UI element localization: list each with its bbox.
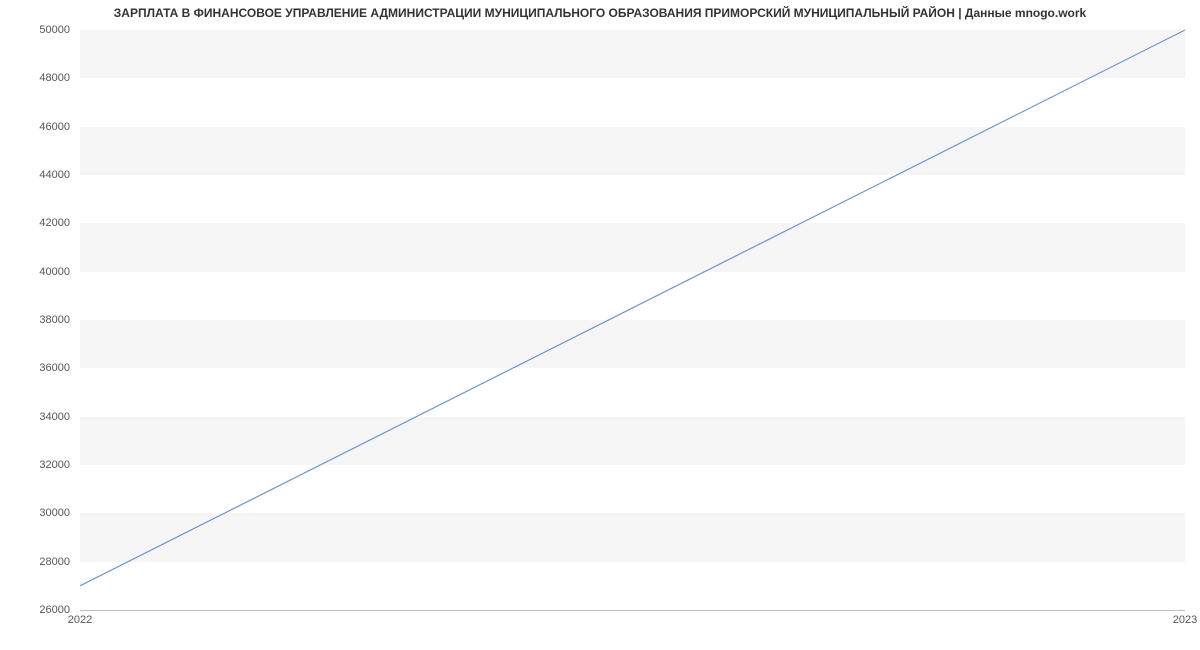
salary-line-chart: ЗАРПЛАТА В ФИНАНСОВОЕ УПРАВЛЕНИЕ АДМИНИС… (0, 0, 1200, 650)
y-tick-label: 26000 (10, 604, 70, 616)
y-tick-label: 36000 (10, 362, 70, 374)
y-tick-label: 44000 (10, 169, 70, 181)
y-tick-label: 40000 (10, 266, 70, 278)
y-tick-label: 32000 (10, 459, 70, 471)
chart-title: ЗАРПЛАТА В ФИНАНСОВОЕ УПРАВЛЕНИЕ АДМИНИС… (0, 6, 1200, 20)
y-tick-label: 34000 (10, 411, 70, 423)
line-layer (80, 30, 1185, 610)
y-tick-label: 46000 (10, 121, 70, 133)
x-tick-label: 2022 (68, 614, 92, 626)
y-tick-label: 38000 (10, 314, 70, 326)
y-tick-label: 48000 (10, 72, 70, 84)
y-tick-label: 50000 (10, 24, 70, 36)
plot-area (80, 30, 1185, 611)
y-tick-label: 42000 (10, 217, 70, 229)
x-tick-label: 2023 (1173, 614, 1197, 626)
y-tick-label: 28000 (10, 556, 70, 568)
y-tick-label: 30000 (10, 507, 70, 519)
series-line-salary (80, 30, 1185, 586)
